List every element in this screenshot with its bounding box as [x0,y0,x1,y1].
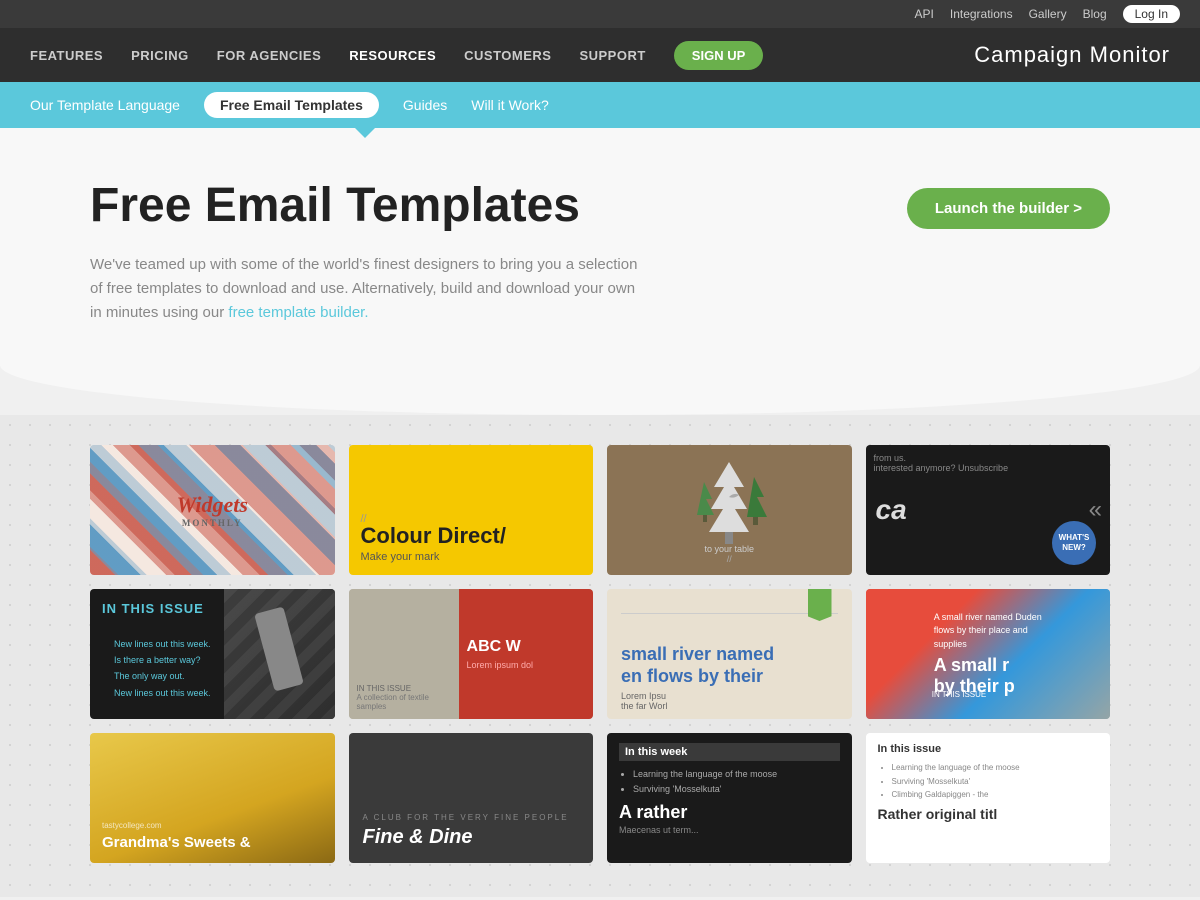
template-card-grandma[interactable]: tastycollege.com Grandma's Sweets & [90,733,335,863]
wave-divider [0,365,1200,415]
template-card-dark[interactable]: from us.interested anymore? Unsubscribe … [866,445,1111,575]
template-card-abc-grey[interactable]: IN THIS ISSUE A collection of textile sa… [349,589,594,719]
nav-links: FEATURES PRICING FOR AGENCIES RESOURCES … [30,41,763,70]
gallery-link[interactable]: Gallery [1029,7,1067,21]
list-item: Surviving 'Mosselkuta' [633,782,840,797]
inthisissue-text: IN THIS ISSUE New lines out this week. I… [102,601,223,713]
sub-nav-arrow [355,128,375,138]
brand-logo: Campaign Monitor [974,42,1170,68]
templates-row-1: Widgets Monthly // Colour Direct/ Make y… [90,445,1110,575]
nav-pricing[interactable]: PRICING [131,48,189,63]
intheweek-list: Learning the language of the moose Survi… [619,767,840,798]
sub-navigation: Our Template Language Free Email Templat… [0,82,1200,128]
template-card-inthisissue[interactable]: IN THIS ISSUE New lines out this week. I… [90,589,335,719]
template-card-intheissue2[interactable]: In this issue Learning the language of t… [866,733,1111,863]
hero-description: We've teamed up with some of the world's… [90,253,650,325]
rivers-lorem: Lorem Ipsuthe far Worl [621,691,838,711]
nav-customers[interactable]: CUSTOMERS [464,48,551,63]
abc-caption: A collection of textile samples [357,693,451,711]
top-utility-bar: API Integrations Gallery Blog Log In [0,0,1200,28]
template-card-rivers[interactable]: small river nameden flows by their Lorem… [607,589,852,719]
template-card-fine-dine[interactable]: A CLUB FOR THE VERY FINE PEOPLE Fine & D… [349,733,594,863]
free-template-builder-link[interactable]: free template builder. [228,304,368,321]
nature-card-content: to your table // [689,457,769,564]
list-item: New lines out this week. [114,685,211,701]
nature-slash: // [689,554,769,564]
login-button[interactable]: Log In [1123,5,1180,23]
skate-image-area [224,589,334,719]
dark-card-badge: WHAT'S NEW? [1052,521,1096,565]
signup-button[interactable]: SIGN UP [674,41,763,70]
subnav-template-language[interactable]: Our Template Language [30,97,180,113]
nav-resources[interactable]: RESOURCES [349,48,436,63]
template-card-colour-direct[interactable]: // Colour Direct/ Make your mark [349,445,594,575]
hero-section: Free Email Templates We've teamed up wit… [0,128,1200,365]
dark-card-unsub: from us.interested anymore? Unsubscribe [874,453,1009,473]
subnav-guides[interactable]: Guides [403,97,447,113]
nav-support[interactable]: SUPPORT [579,48,645,63]
tree-illustration [689,457,769,547]
intheweek-header: In this week [619,743,840,761]
rivers-top-line [621,607,838,614]
nav-features[interactable]: FEATURES [30,48,103,63]
page-title: Free Email Templates [90,178,650,233]
list-item: Is there a better way? [114,652,211,668]
intheweek-lorem: Maecenas ut term... [619,825,840,835]
widgets-card-text: Widgets Monthly [177,492,248,528]
abc-main-title: ABC W [467,638,585,656]
list-item: Surviving 'Mosselkuta' [892,775,1099,789]
template-card-widgets[interactable]: Widgets Monthly [90,445,335,575]
widgets-card-subtitle: Monthly [177,518,248,528]
list-item: Climbing Galdapiggen - the [892,788,1099,802]
intheissue2-title: Rather original titl [878,806,1099,822]
templates-section: Widgets Monthly // Colour Direct/ Make y… [0,415,1200,897]
main-navigation: FEATURES PRICING FOR AGENCIES RESOURCES … [0,28,1200,82]
abc-red-block: ABC W Lorem ipsum dol [459,589,593,719]
colour-subtitle: Make your mark [361,551,582,563]
integrations-link[interactable]: Integrations [950,7,1013,21]
blog-link[interactable]: Blog [1083,7,1107,21]
grandma-url: tastycollege.com [102,821,323,830]
rivers-title: small river nameden flows by their [621,644,838,687]
abc-inthisissue-label: IN THIS ISSUE [357,684,451,693]
intheweek-title: A rather [619,802,840,823]
colour-title: Colour Direct/ [361,525,582,547]
intheissue2-header: In this issue [878,743,1099,755]
abc-grey-left: IN THIS ISSUE A collection of textile sa… [349,589,459,719]
template-card-intheweek[interactable]: In this week Learning the language of th… [607,733,852,863]
inthisissue-title: IN THIS ISSUE [102,601,223,616]
list-item: Learning the language of the moose [892,761,1099,775]
intheissue2-list: Learning the language of the moose Survi… [878,761,1099,802]
nav-agencies[interactable]: FOR AGENCIES [217,48,321,63]
finedine-subtitle: A CLUB FOR THE VERY FINE PEOPLE [363,813,580,822]
dark-card-text: ca [876,494,907,526]
abc-widgets-content: IN THIS ISSUE A small river named Dudenf… [924,601,1052,708]
dark-card-arrows: « [1089,496,1102,524]
launch-builder-button[interactable]: Launch the builder [907,188,1110,229]
subnav-free-templates[interactable]: Free Email Templates [204,92,379,118]
abc-lorem: Lorem ipsum dol [467,660,585,670]
hero-text: Free Email Templates We've teamed up wit… [90,178,650,325]
list-item: New lines out this week. [114,636,211,652]
finedine-title: Fine & Dine [363,826,580,849]
api-link[interactable]: API [915,7,934,21]
abc-widgets-inthis: IN THIS ISSUE [932,690,987,699]
grandma-title: Grandma's Sweets & [102,834,323,851]
inthisissue-list: New lines out this week. Is there a bett… [102,624,223,713]
subnav-will-it-work[interactable]: Will it Work? [471,97,549,113]
list-item: The only way out. [114,668,211,684]
template-card-nature[interactable]: to your table // [607,445,852,575]
templates-row-3: tastycollege.com Grandma's Sweets & A CL… [90,733,1110,863]
list-item: Learning the language of the moose [633,767,840,782]
templates-row-2: IN THIS ISSUE New lines out this week. I… [90,589,1110,719]
rivers-tag [808,589,832,621]
template-card-abc-widgets[interactable]: IN THIS ISSUE A small river named Dudenf… [866,589,1111,719]
abc-widgets-desc: A small river named Dudenflows by their … [934,611,1042,652]
